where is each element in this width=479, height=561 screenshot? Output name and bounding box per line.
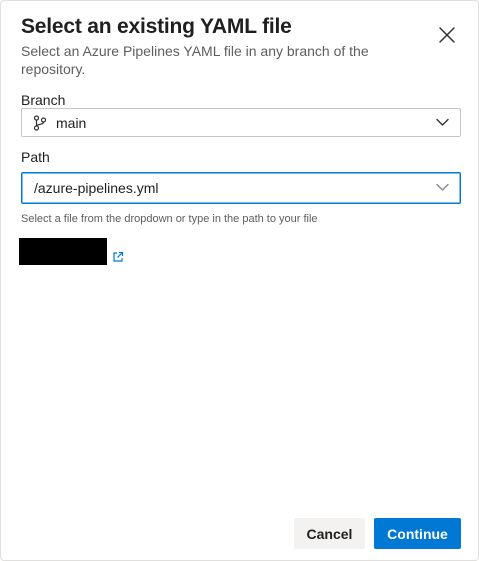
path-label: Path [21, 149, 50, 165]
branch-label: Branch [21, 92, 66, 108]
dialog-title: Select an existing YAML file [21, 15, 292, 38]
continue-button[interactable]: Continue [374, 518, 461, 549]
dialog-subtitle: Select an Azure Pipelines YAML file in a… [21, 43, 369, 77]
path-combobox[interactable]: /azure-pipelines.yml [21, 172, 461, 204]
path-hint: Select a file from the dropdown or type … [21, 213, 318, 225]
chevron-down-icon [436, 118, 449, 127]
external-link-icon[interactable] [112, 250, 124, 262]
branch-value: main [56, 114, 87, 131]
close-icon [439, 27, 455, 43]
close-button[interactable] [433, 21, 461, 49]
cancel-button[interactable]: Cancel [294, 518, 365, 549]
redacted-link-text[interactable] [19, 238, 107, 265]
chevron-down-icon[interactable] [436, 183, 449, 192]
git-branch-icon [33, 114, 47, 131]
path-value[interactable]: /azure-pipelines.yml [34, 180, 159, 196]
branch-dropdown[interactable]: main [21, 108, 461, 137]
select-yaml-dialog: Select an existing YAML file Select an A… [0, 0, 479, 561]
